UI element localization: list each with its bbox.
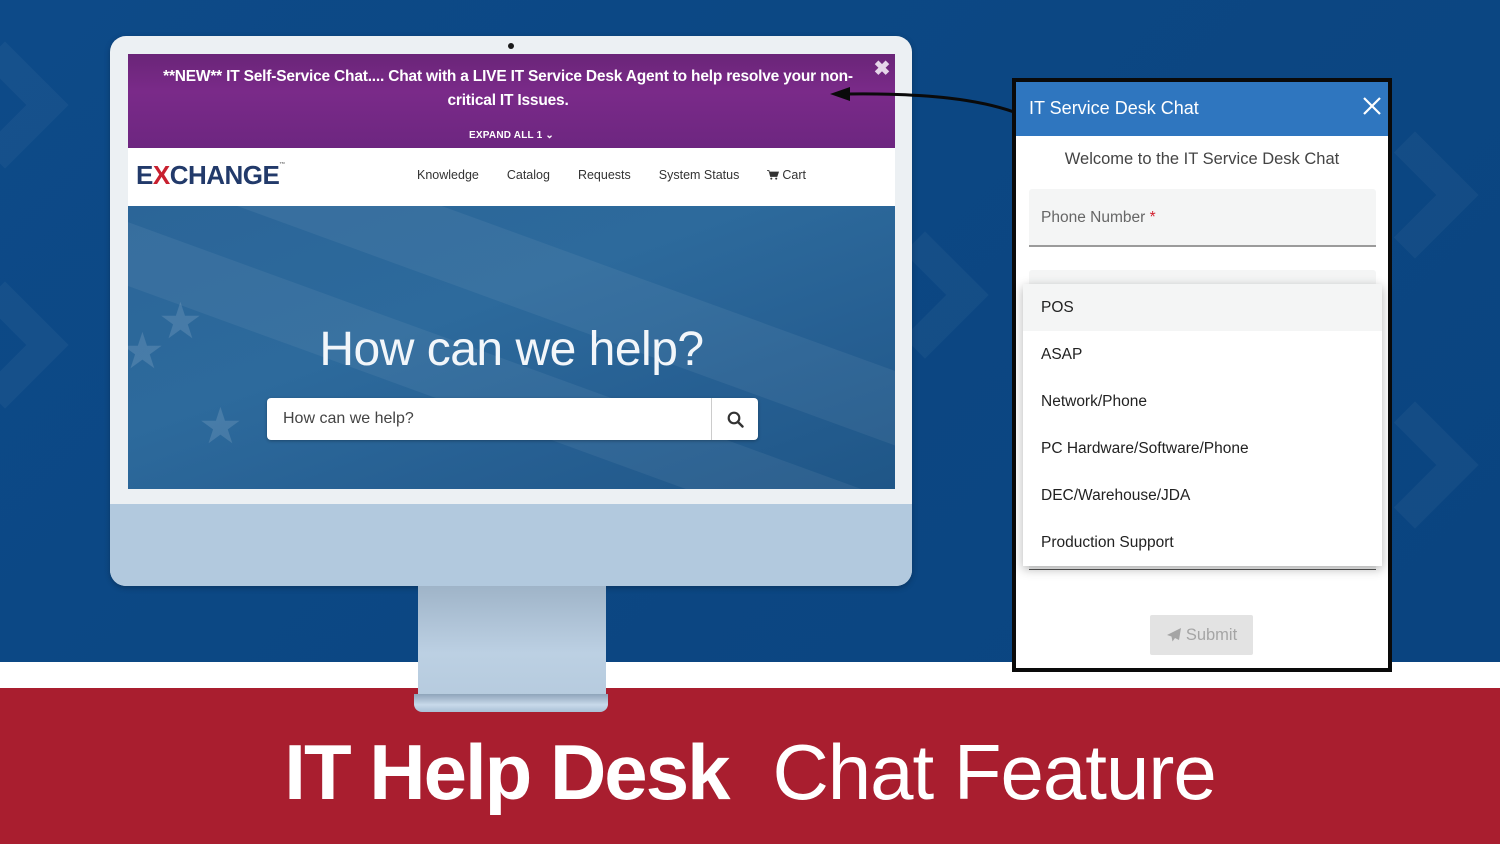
expand-all-link[interactable]: EXPAND ALL 1 ⌄ <box>128 130 895 141</box>
close-icon[interactable]: ✖ <box>871 58 893 80</box>
footer-title-light: Chat Feature <box>772 728 1216 816</box>
close-icon[interactable] <box>1360 94 1384 118</box>
dropdown-option-pos[interactable]: POS <box>1023 284 1382 331</box>
logo-prefix: E <box>136 160 153 190</box>
nav-requests[interactable]: Requests <box>578 168 631 182</box>
nav-knowledge[interactable]: Knowledge <box>417 168 479 182</box>
search-icon <box>727 411 744 428</box>
cart-icon <box>767 170 780 180</box>
search-button[interactable] <box>711 398 758 440</box>
phone-label-text: Phone Number <box>1041 209 1146 226</box>
footer-title-bold: IT Help Desk <box>284 728 730 816</box>
logo-suffix: CHANGE <box>169 160 280 190</box>
hero-section: ★ ★ ★ How can we help? <box>128 206 895 489</box>
nav-links: Knowledge Catalog Requests System Status… <box>417 168 806 182</box>
submit-button[interactable]: Submit <box>1150 615 1253 655</box>
dropdown-option-pc-hardware[interactable]: PC Hardware/Software/Phone <box>1023 425 1382 472</box>
nav-system-status[interactable]: System Status <box>659 168 740 182</box>
star-decoration: ★ <box>198 398 243 454</box>
dropdown-option-asap[interactable]: ASAP <box>1023 331 1382 378</box>
chat-title: IT Service Desk Chat <box>1029 98 1199 118</box>
announcement-banner: **NEW** IT Self-Service Chat.... Chat wi… <box>128 54 895 148</box>
monitor-frame: **NEW** IT Self-Service Chat.... Chat wi… <box>110 36 912 586</box>
logo-trademark: ™ <box>279 162 285 168</box>
required-asterisk: * <box>1149 209 1156 226</box>
search-bar <box>267 398 758 440</box>
dropdown-option-production-support[interactable]: Production Support <box>1023 519 1382 566</box>
site-navbar: EXCHANGE™ Knowledge Catalog Requests Sys… <box>128 148 895 206</box>
camera-dot <box>508 43 514 49</box>
search-input[interactable] <box>267 398 711 440</box>
announcement-text: **NEW** IT Self-Service Chat.... Chat wi… <box>163 68 853 109</box>
nav-catalog[interactable]: Catalog <box>507 168 550 182</box>
decorative-chevron <box>0 41 69 169</box>
footer-title: IT Help Desk Chat Feature <box>0 722 1500 822</box>
phone-number-field[interactable]: Phone Number * <box>1029 189 1376 247</box>
monitor-screen: **NEW** IT Self-Service Chat.... Chat wi… <box>128 54 895 489</box>
chat-panel: IT Service Desk Chat Welcome to the IT S… <box>1012 78 1392 672</box>
exchange-logo[interactable]: EXCHANGE™ <box>136 160 285 191</box>
decorative-chevron <box>0 281 69 409</box>
paper-plane-icon <box>1166 628 1181 642</box>
hero-title: How can we help? <box>319 323 704 376</box>
phone-number-label: Phone Number * <box>1041 209 1156 227</box>
monitor-chin <box>110 504 912 586</box>
submit-label: Submit <box>1185 625 1238 644</box>
dropdown-option-network-phone[interactable]: Network/Phone <box>1023 378 1382 425</box>
nav-cart-label: Cart <box>782 168 806 182</box>
logo-x: X <box>152 160 170 190</box>
dropdown-option-dec-warehouse[interactable]: DEC/Warehouse/JDA <box>1023 472 1382 519</box>
chat-header: IT Service Desk Chat <box>1016 82 1388 136</box>
monitor-stand <box>418 586 606 698</box>
nav-cart[interactable]: Cart <box>767 168 806 182</box>
monitor-stand-foot <box>414 694 608 712</box>
category-dropdown: POS ASAP Network/Phone PC Hardware/Softw… <box>1023 284 1382 566</box>
chat-welcome: Welcome to the IT Service Desk Chat <box>1064 150 1340 168</box>
